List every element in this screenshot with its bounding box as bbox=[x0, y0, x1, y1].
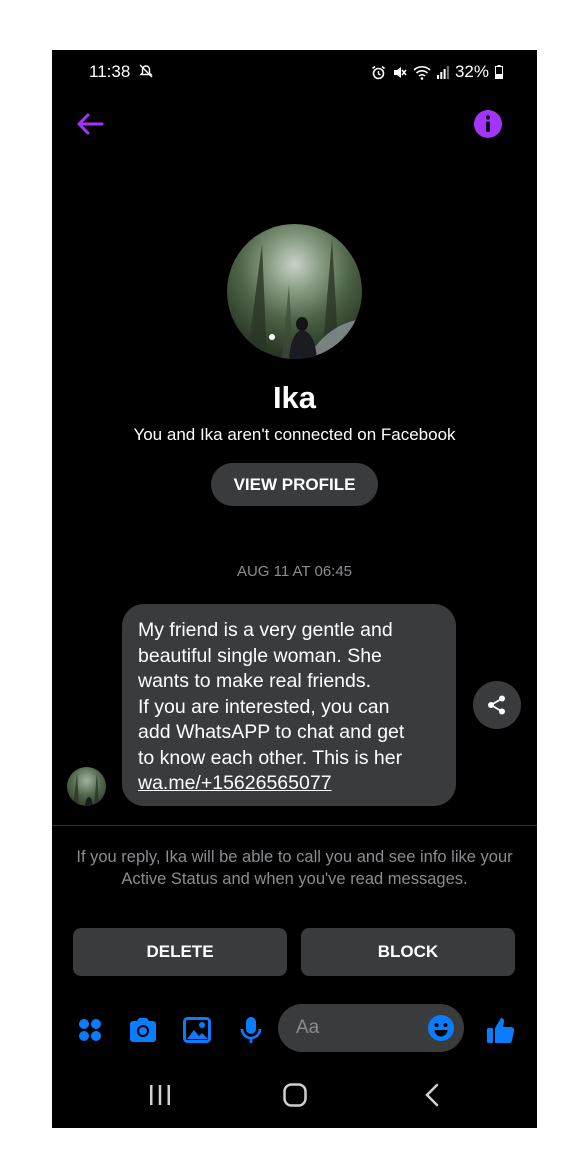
mute-icon bbox=[393, 66, 407, 78]
emoji-icon[interactable] bbox=[428, 1015, 454, 1041]
contact-name: Ika bbox=[272, 380, 317, 415]
apps-icon bbox=[79, 1019, 101, 1041]
arrow-left-icon bbox=[77, 113, 104, 135]
info-button[interactable] bbox=[473, 109, 503, 139]
like-button[interactable] bbox=[483, 1012, 519, 1048]
message-line: wants to make real friends. bbox=[138, 670, 372, 692]
nav-back-button[interactable] bbox=[412, 1080, 452, 1110]
thumbs-up-icon bbox=[487, 1018, 515, 1044]
sender-photo bbox=[73, 772, 99, 806]
battery-icon bbox=[495, 65, 503, 79]
apps-button[interactable] bbox=[72, 1012, 108, 1048]
home-icon bbox=[283, 1083, 307, 1107]
wifi-icon bbox=[413, 65, 431, 80]
camera-button[interactable] bbox=[125, 1012, 161, 1048]
share-icon bbox=[488, 695, 505, 715]
divider bbox=[52, 825, 537, 826]
message-timestamp: AUG 11 AT 06:45 bbox=[236, 563, 353, 580]
back-button[interactable] bbox=[72, 106, 108, 142]
battery-percent: 32% bbox=[454, 62, 489, 81]
delete-button[interactable]: DELETE bbox=[73, 928, 287, 976]
gallery-button[interactable] bbox=[179, 1012, 215, 1048]
share-button[interactable] bbox=[473, 681, 521, 729]
message-line: If you are interested, you can bbox=[138, 695, 390, 718]
message-line: My friend is a very gentle and bbox=[138, 619, 393, 641]
whatsapp-link[interactable]: wa.me/+15626565077 bbox=[138, 772, 332, 794]
recent-apps-icon bbox=[150, 1085, 170, 1105]
microphone-icon bbox=[240, 1017, 262, 1043]
message-line: to know each other. This is her bbox=[138, 746, 403, 769]
message-input-container[interactable] bbox=[278, 1004, 464, 1052]
message-bubble[interactable]: My friend is a very gentle and beautiful… bbox=[122, 604, 456, 806]
info-icon bbox=[474, 110, 502, 138]
recent-apps-button[interactable] bbox=[140, 1080, 180, 1110]
microphone-button[interactable] bbox=[233, 1012, 269, 1048]
phone-screen: 11:38 32% Ika You and Ika aren't connect… bbox=[52, 50, 537, 1128]
profile-avatar[interactable] bbox=[227, 224, 362, 359]
status-time: 11:38 bbox=[89, 62, 153, 82]
signal-icon bbox=[436, 65, 449, 79]
mute-notification-icon bbox=[139, 64, 153, 78]
connection-status-text: You and Ika aren't connected on Facebook bbox=[133, 425, 456, 444]
message-input[interactable] bbox=[294, 1016, 418, 1040]
message-line: beautiful single woman. She bbox=[138, 644, 382, 667]
camera-icon bbox=[130, 1018, 156, 1042]
message-line: add WhatsAPP to chat and get bbox=[138, 721, 405, 743]
block-button[interactable]: BLOCK bbox=[301, 928, 515, 976]
view-profile-button[interactable]: VIEW PROFILE bbox=[211, 463, 378, 506]
home-button[interactable] bbox=[275, 1080, 315, 1110]
gallery-icon bbox=[183, 1017, 211, 1043]
status-icons: 32% bbox=[371, 62, 503, 82]
back-icon bbox=[425, 1083, 439, 1107]
reply-notice: If you reply, Ika will be able to call y… bbox=[76, 848, 513, 888]
profile-photo bbox=[247, 239, 362, 359]
sender-avatar[interactable] bbox=[67, 767, 106, 806]
status-time-text: 11:38 bbox=[89, 62, 131, 81]
alarm-icon bbox=[371, 65, 385, 79]
